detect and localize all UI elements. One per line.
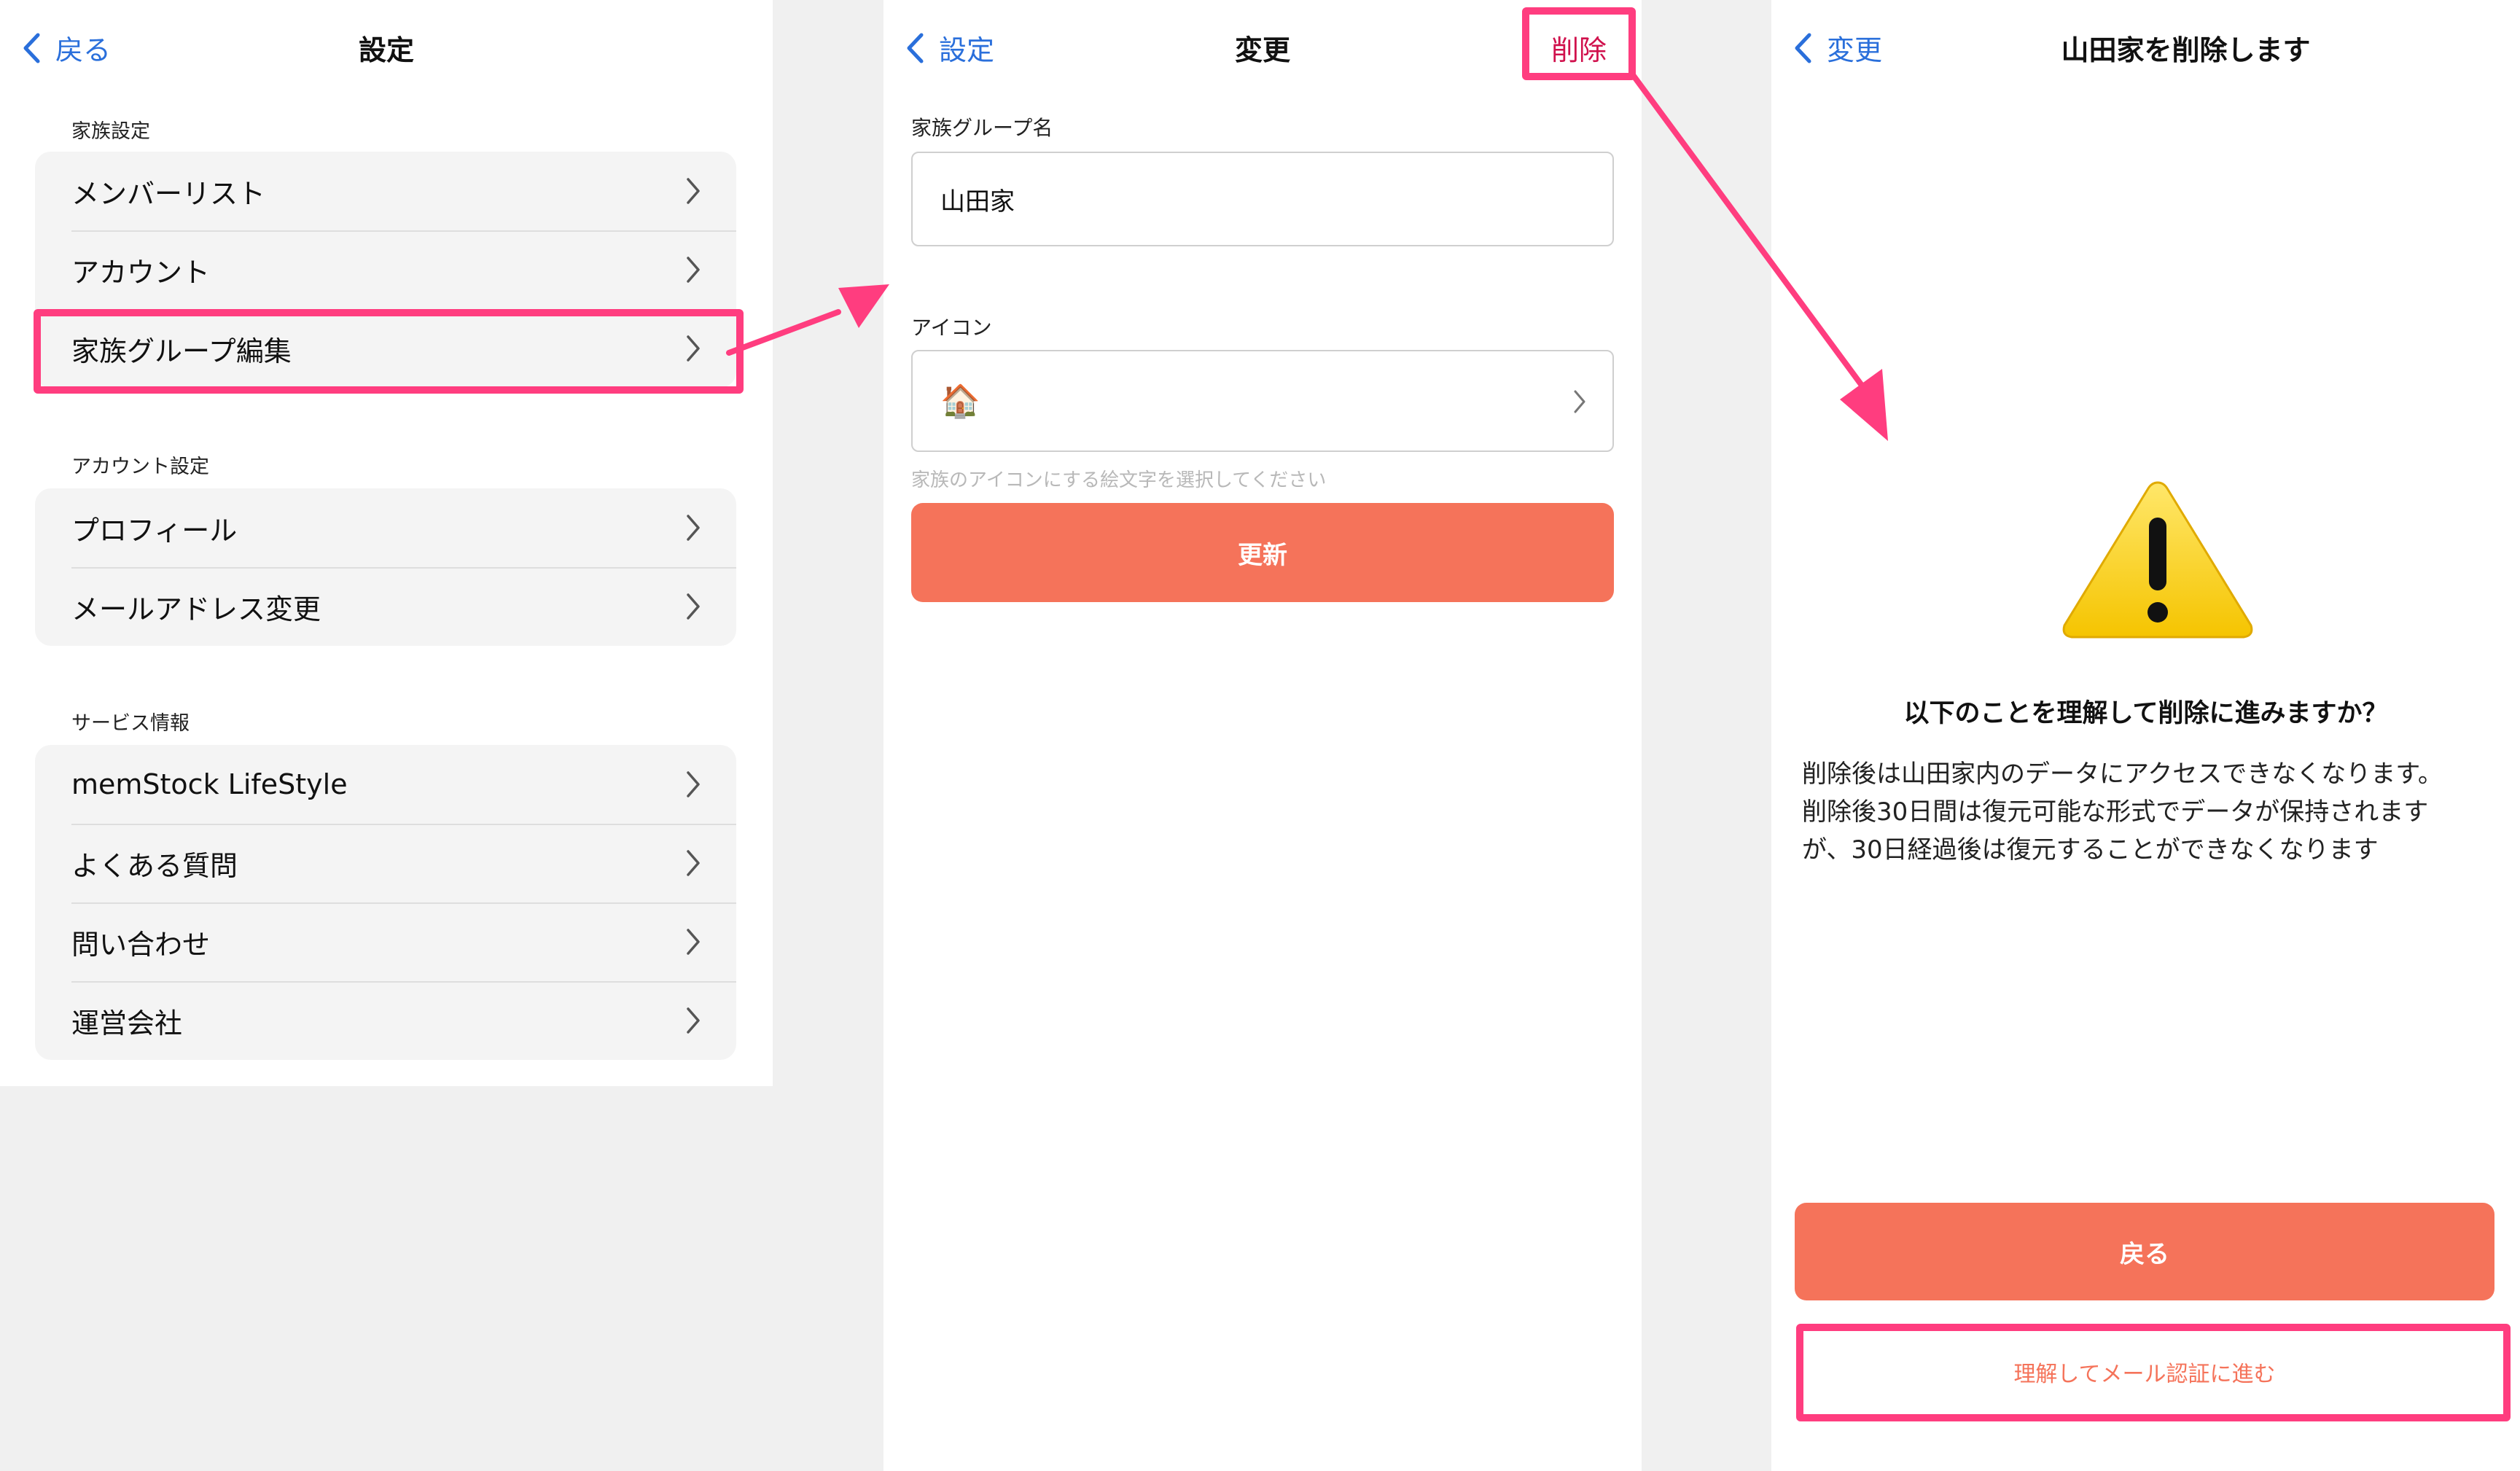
arrow-to-edit-screen (726, 284, 889, 356)
arrow-to-delete-screen (1628, 70, 1888, 441)
annotation-arrows (726, 70, 1888, 441)
